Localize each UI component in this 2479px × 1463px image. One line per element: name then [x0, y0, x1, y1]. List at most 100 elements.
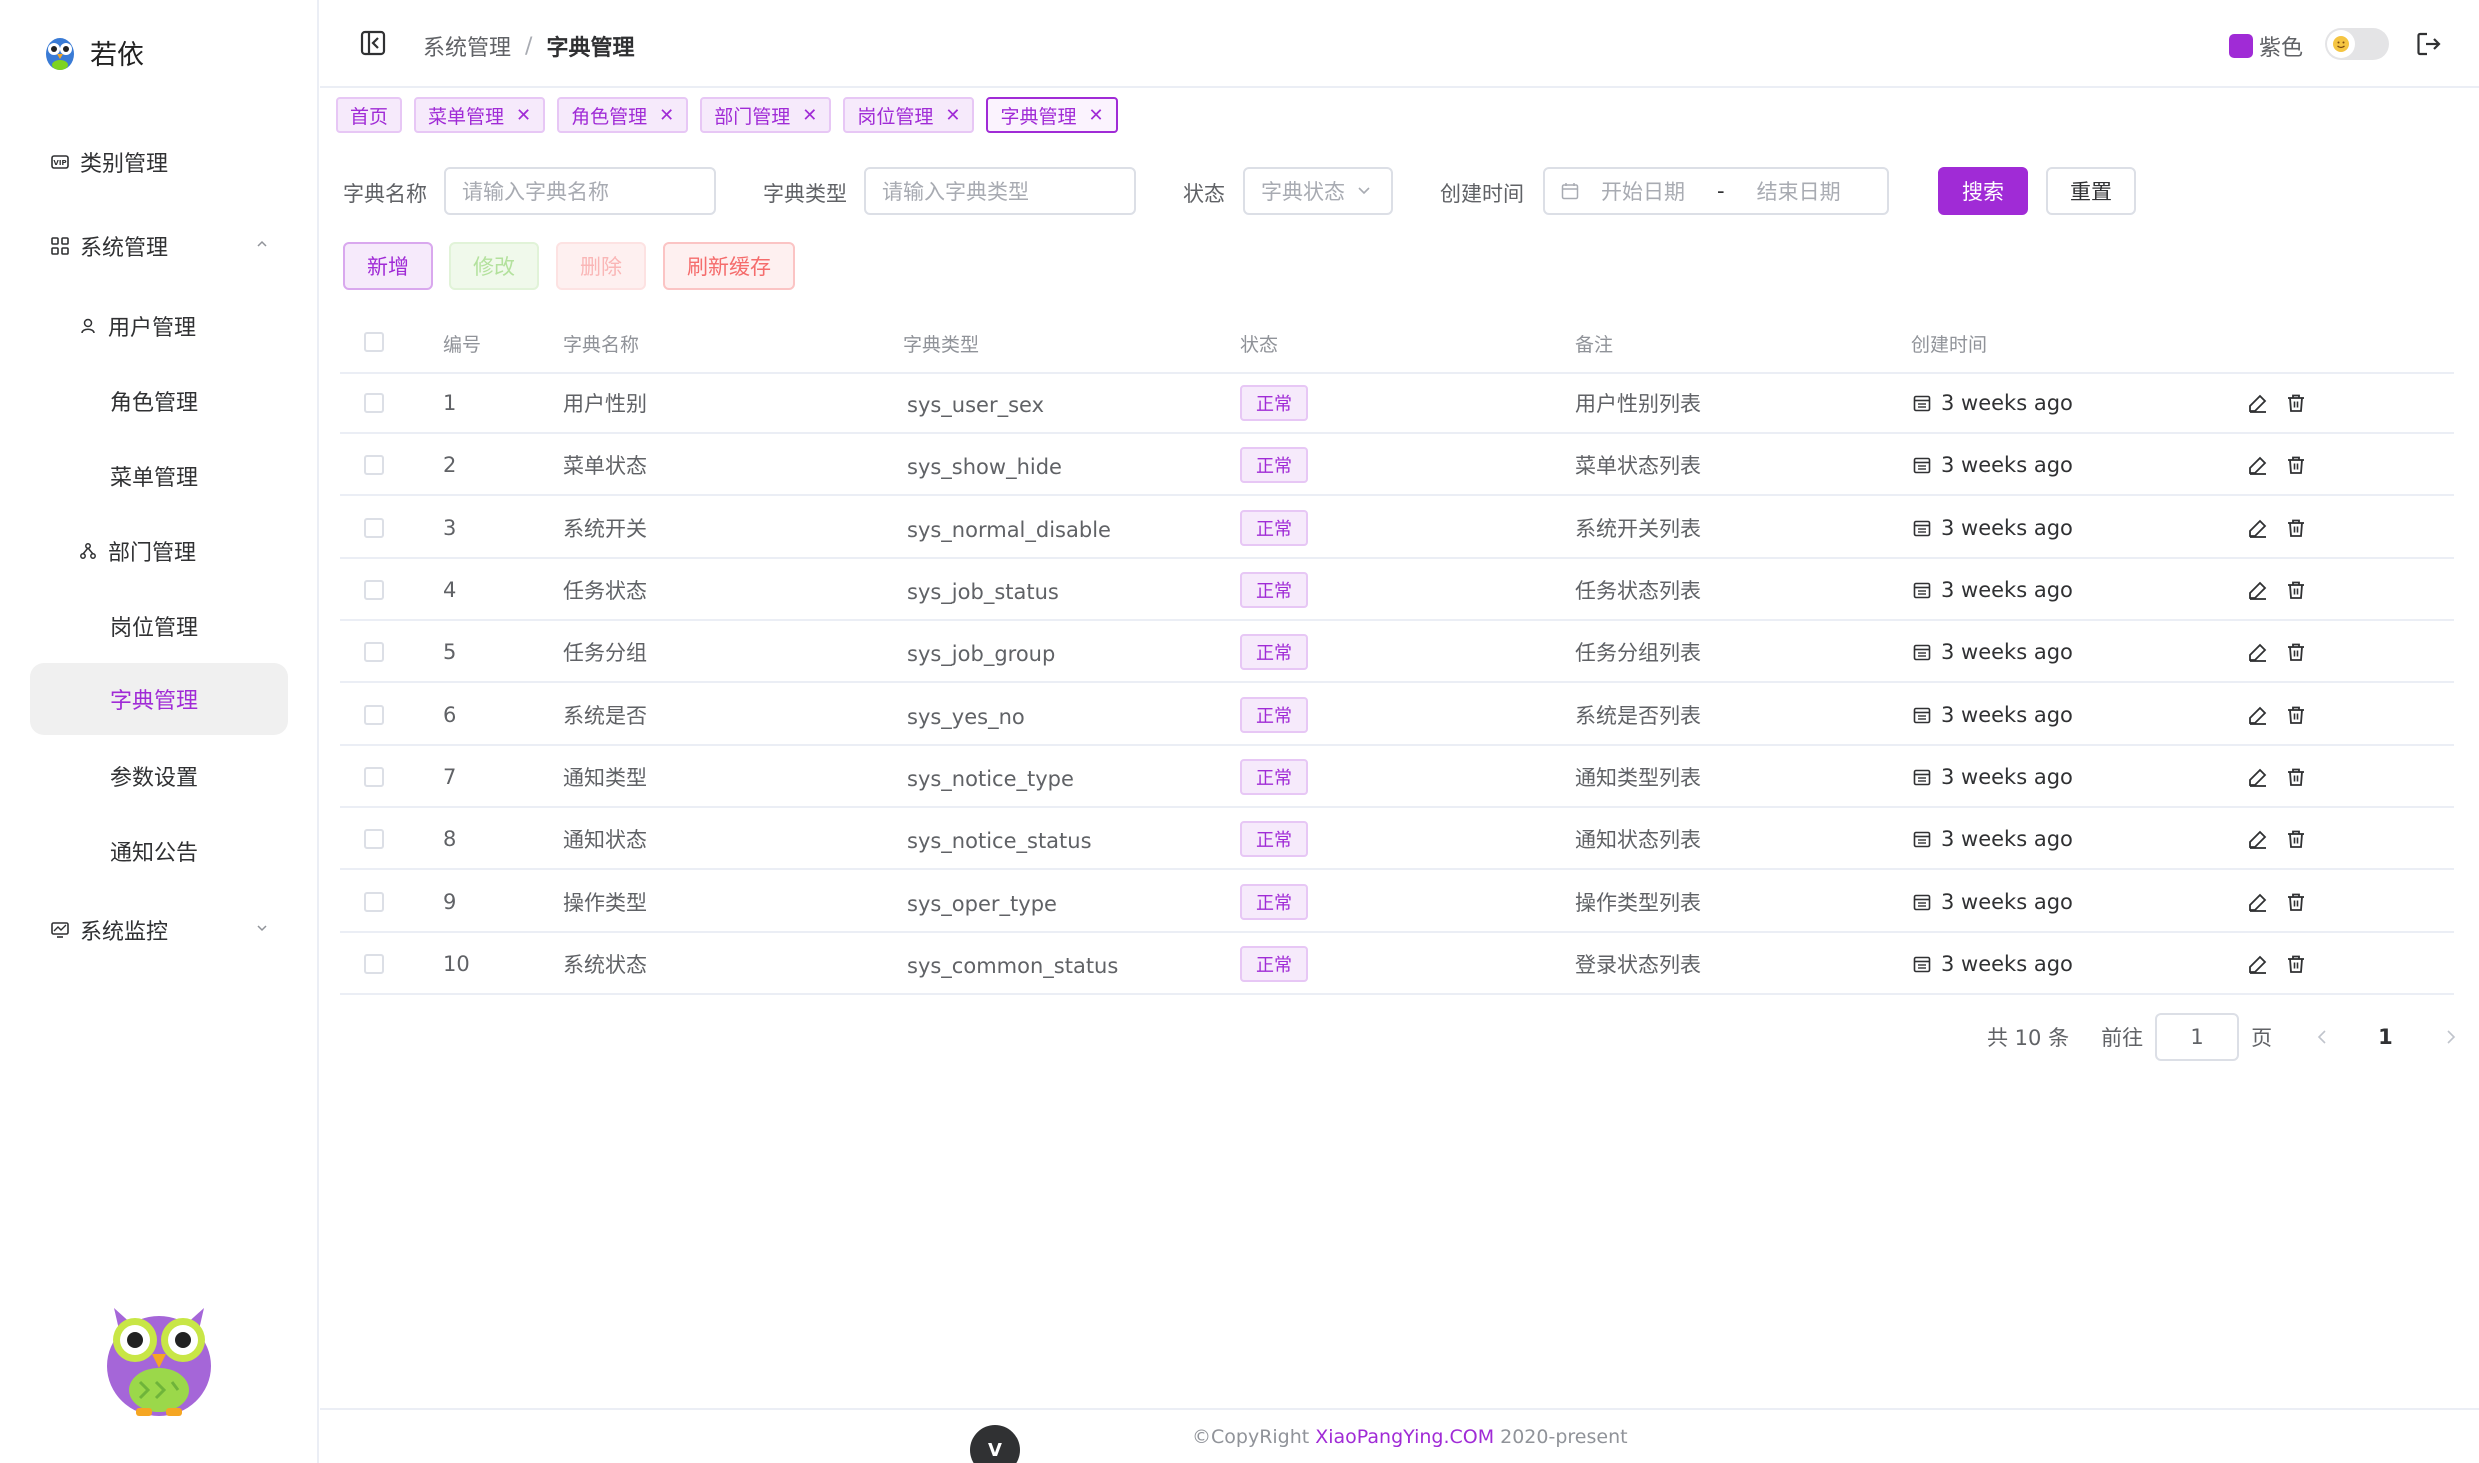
- tag-home[interactable]: 首页: [336, 97, 403, 133]
- row-checkbox-cell: [364, 746, 384, 808]
- sidebar-item-dict[interactable]: 字典管理: [30, 663, 288, 735]
- add-button[interactable]: 新增: [343, 242, 433, 290]
- tag-post[interactable]: 岗位管理 ✕: [843, 97, 975, 133]
- cell-status: 正常: [1240, 933, 1308, 995]
- delete-button[interactable]: 删除: [556, 242, 646, 290]
- tag-menu[interactable]: 菜单管理 ✕: [414, 97, 546, 133]
- row-checkbox[interactable]: [364, 580, 384, 600]
- date-range-picker[interactable]: 开始日期 - 结束日期: [1543, 167, 1889, 215]
- row-checkbox[interactable]: [364, 767, 384, 787]
- calendar-icon: [1913, 769, 1931, 786]
- cell-type: sys_common_status: [907, 954, 1119, 978]
- sun-icon: [2327, 30, 2355, 58]
- edit-button[interactable]: 修改: [449, 242, 539, 290]
- edit-icon[interactable]: [2248, 518, 2268, 538]
- vue-devtools-badge[interactable]: V: [970, 1425, 1020, 1463]
- monitor-icon: [50, 920, 70, 940]
- col-header-id: 编号: [443, 334, 482, 356]
- edit-icon[interactable]: [2248, 829, 2268, 849]
- cell-remark: 操作类型列表: [1575, 891, 1701, 915]
- sidebar-item-menus[interactable]: 菜单管理: [30, 440, 288, 512]
- calendar-icon: [1913, 707, 1931, 724]
- cell-type: sys_job_status: [907, 580, 1059, 604]
- close-icon[interactable]: ✕: [945, 105, 960, 126]
- breadcrumb-item-system[interactable]: 系统管理: [423, 30, 511, 62]
- tag-dept[interactable]: 部门管理 ✕: [700, 97, 832, 133]
- status-select[interactable]: 字典状态: [1243, 167, 1393, 215]
- row-checkbox[interactable]: [364, 892, 384, 912]
- delete-icon[interactable]: [2286, 954, 2306, 974]
- created-time: 3 weeks ago: [1941, 640, 2073, 664]
- sidebar-item-roles[interactable]: 角色管理: [30, 365, 288, 437]
- delete-icon[interactable]: [2286, 518, 2306, 538]
- app-logo[interactable]: 若依: [42, 30, 144, 74]
- close-icon[interactable]: ✕: [516, 105, 531, 126]
- sidebar-item-system[interactable]: 系统管理: [30, 210, 288, 282]
- cell-id: 5: [443, 640, 457, 664]
- theme-selector[interactable]: 紫色: [2228, 30, 2303, 62]
- delete-icon[interactable]: [2286, 642, 2306, 662]
- delete-icon[interactable]: [2286, 767, 2306, 787]
- logout-icon[interactable]: [2415, 30, 2443, 58]
- edit-icon[interactable]: [2248, 892, 2268, 912]
- search-button[interactable]: 搜索: [1938, 167, 2028, 215]
- footer-divider: [320, 1408, 2479, 1410]
- delete-icon[interactable]: [2286, 580, 2306, 600]
- row-checkbox-cell: [364, 497, 384, 559]
- footer-brand-link[interactable]: XiaoPangYing.COM: [1315, 1426, 1494, 1448]
- edit-icon[interactable]: [2248, 705, 2268, 725]
- dict-name-input[interactable]: 请输入字典名称: [444, 167, 716, 215]
- reset-button[interactable]: 重置: [2046, 167, 2136, 215]
- delete-icon[interactable]: [2286, 829, 2306, 849]
- tag-dict[interactable]: 字典管理 ✕: [986, 97, 1118, 133]
- sidebar-item-posts[interactable]: 岗位管理: [30, 590, 288, 662]
- pagination-goto-input[interactable]: 1: [2155, 1013, 2240, 1061]
- sidebar-item-depts[interactable]: 部门管理: [30, 515, 288, 587]
- status-badge: 正常: [1240, 634, 1308, 670]
- owl-logo-icon: [46, 38, 74, 70]
- sidebar-item-label: 系统管理: [80, 236, 169, 261]
- cell-type: sys_oper_type: [907, 892, 1057, 916]
- sidebar-item-category[interactable]: VIP 类别管理: [30, 126, 288, 198]
- select-all-checkbox[interactable]: [364, 332, 384, 352]
- refresh-cache-button[interactable]: 刷新缓存: [663, 242, 795, 290]
- close-icon[interactable]: ✕: [802, 105, 817, 126]
- dark-mode-toggle[interactable]: [2325, 28, 2389, 60]
- cell-name: 系统状态: [563, 953, 647, 977]
- edit-icon[interactable]: [2248, 954, 2268, 974]
- sidebar-item-config[interactable]: 参数设置: [30, 740, 288, 812]
- row-checkbox[interactable]: [364, 705, 384, 725]
- sidebar-collapse-icon[interactable]: [360, 30, 386, 56]
- row-checkbox[interactable]: [364, 518, 384, 538]
- dict-type-input[interactable]: 请输入字典类型: [864, 167, 1136, 215]
- row-checkbox[interactable]: [364, 829, 384, 849]
- status-badge: 正常: [1240, 385, 1308, 421]
- delete-icon[interactable]: [2286, 705, 2306, 725]
- delete-icon[interactable]: [2286, 892, 2306, 912]
- row-checkbox[interactable]: [364, 642, 384, 662]
- delete-icon[interactable]: [2286, 455, 2306, 475]
- chevron-right-icon[interactable]: [2445, 1029, 2457, 1045]
- close-icon[interactable]: ✕: [659, 105, 674, 126]
- cell-remark: 任务分组列表: [1575, 641, 1701, 665]
- sidebar-item-users[interactable]: 用户管理: [30, 290, 288, 362]
- row-checkbox[interactable]: [364, 455, 384, 475]
- sidebar-item-monitor[interactable]: 系统监控: [30, 894, 288, 966]
- edit-icon[interactable]: [2248, 455, 2268, 475]
- tag-role[interactable]: 角色管理 ✕: [557, 97, 689, 133]
- edit-icon[interactable]: [2248, 767, 2268, 787]
- chevron-left-icon[interactable]: [2316, 1029, 2328, 1045]
- edit-icon[interactable]: [2248, 580, 2268, 600]
- edit-icon[interactable]: [2248, 642, 2268, 662]
- row-checkbox[interactable]: [364, 954, 384, 974]
- edit-icon[interactable]: [2248, 393, 2268, 413]
- tree-icon: [78, 541, 98, 561]
- row-checkbox[interactable]: [364, 393, 384, 413]
- close-icon[interactable]: ✕: [1088, 105, 1103, 126]
- row-checkbox-cell: [364, 559, 384, 621]
- sidebar-item-notice[interactable]: 通知公告: [30, 815, 288, 887]
- delete-icon[interactable]: [2286, 393, 2306, 413]
- pagination-current-page[interactable]: 1: [2378, 1025, 2393, 1049]
- tag-label: 部门管理: [714, 105, 791, 128]
- tag-label: 角色管理: [571, 105, 648, 128]
